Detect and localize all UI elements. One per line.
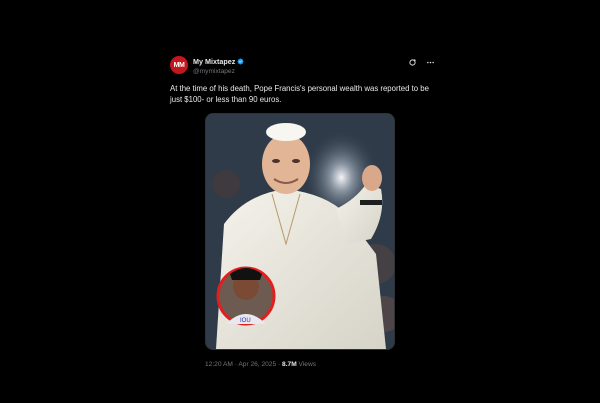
tweet-time[interactable]: 12:20 AM — [205, 361, 233, 368]
separator-dot: · — [234, 361, 237, 368]
author-handle[interactable]: @mymixtapez — [193, 67, 244, 76]
author-name[interactable]: My Mixtapez — [193, 57, 235, 66]
pope-photo-image: IOU — [206, 114, 394, 349]
tweet-text: At the time of his death, Pope Francis's… — [170, 84, 429, 104]
tweet-date[interactable]: Apr 26, 2025 — [238, 361, 276, 368]
header-actions — [408, 58, 435, 67]
verified-badge-icon — [237, 58, 244, 65]
views-label: Views — [298, 361, 317, 368]
grok-icon[interactable] — [408, 58, 417, 67]
more-icon[interactable] — [426, 58, 435, 67]
views-count: 8.7M — [282, 361, 297, 368]
tweet-photo[interactable]: IOU — [205, 113, 395, 350]
tweet-meta: 12:20 AM · Apr 26, 2025 · 8.7M Views — [205, 360, 435, 369]
separator-dot: · — [277, 361, 281, 368]
avatar[interactable]: MM — [170, 56, 188, 74]
avatar-logo: MM — [173, 61, 185, 69]
tweet-header: MM My Mixtapez @mymixtapez — [170, 56, 435, 78]
tweet: MM My Mixtapez @mymixtapez At the time o… — [170, 56, 435, 369]
author-info: My Mixtapez @mymixtapez — [193, 57, 244, 76]
svg-text:IOU: IOU — [240, 318, 251, 324]
